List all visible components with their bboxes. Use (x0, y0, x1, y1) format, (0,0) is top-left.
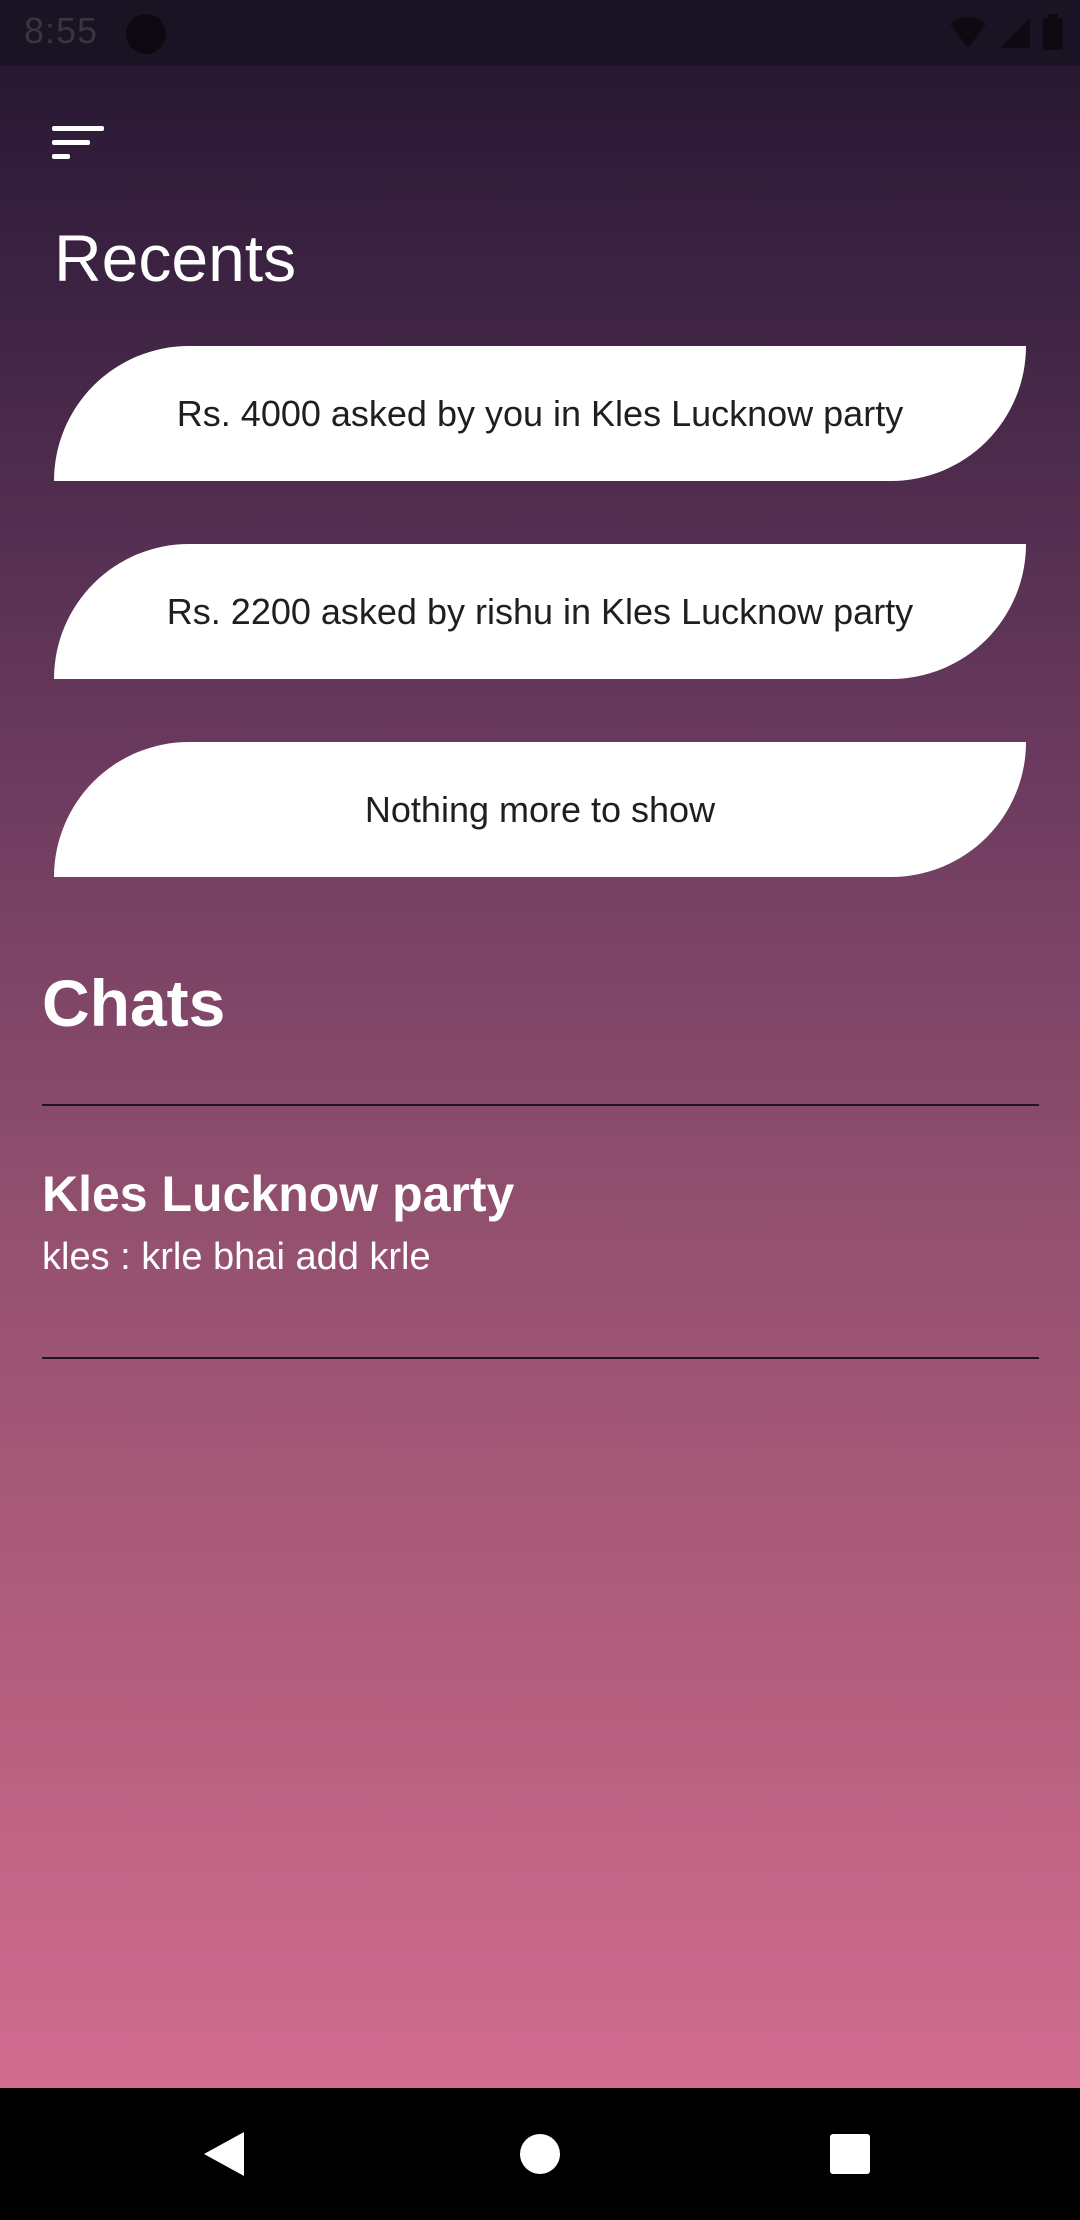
navigation-bar (0, 2088, 1080, 2220)
chat-name: Kles Lucknow party (42, 1166, 515, 1222)
recent-item-text: Nothing more to show (364, 788, 716, 830)
home-icon[interactable] (502, 2116, 578, 2192)
chat-last-message: kles : krle bhai add krle (42, 1236, 431, 1278)
status-bar: 8:55 (0, 0, 1080, 66)
divider (42, 1357, 1039, 1359)
divider (42, 1104, 1039, 1106)
chat-list-item[interactable]: Kles Lucknow party kles : krle bhai add … (42, 1110, 1039, 1350)
battery-icon (1043, 14, 1063, 50)
recent-item-text: Rs. 4000 asked by you in Kles Lucknow pa… (176, 392, 904, 434)
recents-icon[interactable] (812, 2116, 888, 2192)
app-notification-icon (126, 14, 166, 54)
status-icons (948, 14, 1064, 50)
recents-title: Recents (54, 221, 297, 295)
signal-icon (1000, 18, 1030, 48)
recent-item[interactable]: Rs. 4000 asked by you in Kles Lucknow pa… (54, 346, 1026, 481)
sort-menu-icon[interactable] (40, 110, 116, 174)
recent-item[interactable]: Rs. 2200 asked by rishu in Kles Lucknow … (54, 544, 1026, 679)
status-time: 8:55 (24, 10, 99, 51)
back-icon[interactable] (190, 2116, 266, 2192)
wifi-icon (950, 17, 986, 48)
recent-item[interactable]: Nothing more to show (54, 742, 1026, 877)
recent-item-text: Rs. 2200 asked by rishu in Kles Lucknow … (166, 590, 914, 632)
app-screen: 8:55 Recents Rs. 4000 asked by you in Kl… (0, 0, 1080, 2220)
chats-title: Chats (42, 966, 226, 1040)
